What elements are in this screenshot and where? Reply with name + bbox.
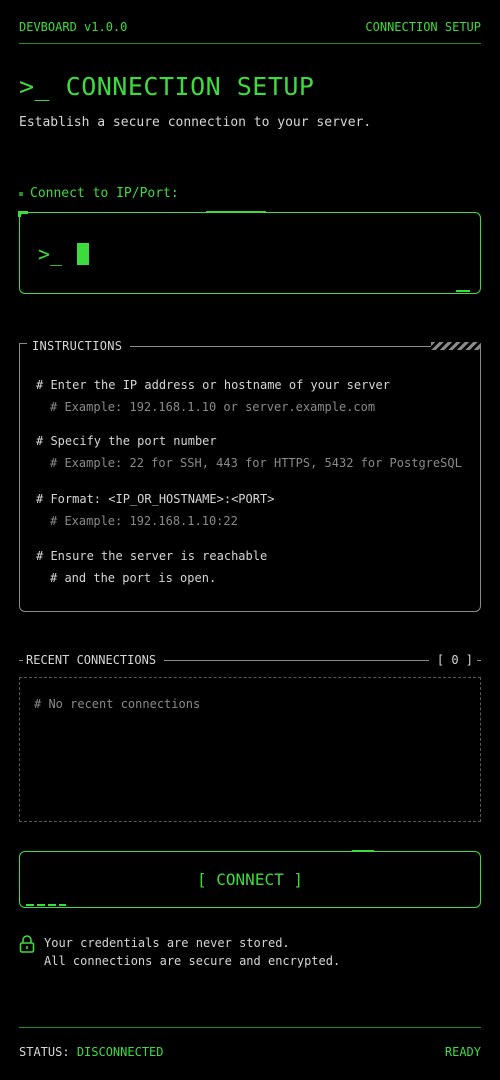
recent-count: [ 0 ] (436, 653, 473, 667)
page-subtitle: Establish a secure connection to your se… (19, 115, 372, 130)
security-note: Your credentials are never stored. All c… (19, 934, 340, 970)
instruction-line: # Enter the IP address or hostname of yo… (36, 378, 391, 392)
connect-button-label: [ CONNECT ] (197, 870, 303, 889)
ip-port-input[interactable]: >_ (18, 211, 481, 294)
security-note-line: Your credentials are never stored. (44, 936, 290, 950)
corner-mark (18, 211, 28, 217)
input-label: Connect to IP/Port: (19, 186, 179, 201)
recent-heading: RECENT CONNECTIONS (26, 653, 157, 667)
state-indicator: READY (444, 1045, 481, 1059)
status-value: DISCONNECTED (76, 1045, 164, 1059)
instruction-line: # Format: <IP_OR_HOSTNAME>:<PORT> (36, 492, 275, 506)
recent-connections-list: # No recent connections (19, 677, 481, 822)
divider (477, 659, 481, 661)
lock-icon (19, 935, 35, 953)
status-bar: STATUS: DISCONNECTED READY (19, 1045, 481, 1059)
page-title: >_ CONNECTION SETUP (19, 72, 315, 101)
instruction-line: # Example: 192.168.1.10:22 (50, 514, 238, 528)
instructions-list: # Specify the port number # Example: 22 … (36, 430, 462, 474)
empty-state: # No recent connections (34, 697, 201, 711)
connect-button[interactable]: [ CONNECT ] (19, 850, 481, 908)
instruction-line: # Example: 22 for SSH, 443 for HTTPS, 54… (50, 456, 462, 470)
instruction-line: # Example: 192.168.1.10 or server.exampl… (50, 400, 376, 414)
prompt-symbol: >_ (38, 242, 63, 266)
recent-header: RECENT CONNECTIONS [ 0 ] (19, 652, 481, 668)
instruction-line: # Specify the port number (36, 434, 217, 448)
instruction-line: # and the port is open. (50, 571, 217, 585)
footer-divider (19, 1027, 481, 1028)
instructions-list: # Enter the IP address or hostname of yo… (36, 374, 390, 418)
status: STATUS: DISCONNECTED (19, 1045, 164, 1059)
bullet-icon (19, 191, 23, 196)
instruction-line: # Ensure the server is reachable (36, 549, 268, 563)
divider (164, 659, 429, 661)
security-note-line: All connections are secure and encrypted… (44, 954, 341, 968)
input-label-text: Connect to IP/Port: (30, 186, 179, 201)
frame-tick (456, 290, 470, 292)
divider (19, 659, 23, 661)
instructions-list: # Format: <IP_OR_HOSTNAME>:<PORT> # Exam… (36, 488, 274, 532)
status-label: STATUS: (19, 1045, 70, 1059)
instructions-list: # Ensure the server is reachable # and t… (36, 545, 267, 589)
app-name: DEVBOARD v1.0.0 (19, 20, 128, 34)
text-cursor (77, 243, 89, 265)
frame-tick (352, 850, 374, 852)
frame-tick (26, 904, 66, 906)
header-divider (19, 43, 481, 44)
frame-tick (206, 211, 266, 213)
top-bar: DEVBOARD v1.0.0 CONNECTION SETUP (19, 20, 481, 34)
section-name: CONNECTION SETUP (365, 20, 481, 34)
